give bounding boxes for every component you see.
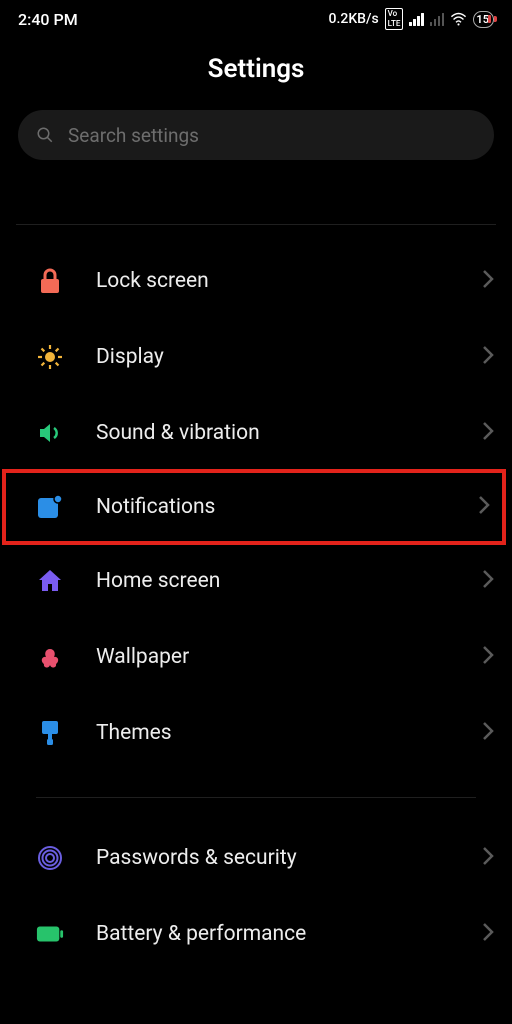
status-time: 2:40 PM [18, 10, 78, 29]
chevron-right-icon [482, 721, 494, 745]
chevron-right-icon [482, 421, 494, 445]
volte-icon: VoLTE [385, 8, 404, 30]
status-right: 0.2KB/s VoLTE 15 [329, 8, 494, 30]
speaker-icon [36, 419, 64, 447]
lock-icon [36, 267, 64, 295]
section-divider [36, 797, 476, 798]
settings-item-home-screen[interactable]: Home screen [0, 543, 512, 619]
settings-item-themes[interactable]: Themes [0, 695, 512, 771]
battery-icon [36, 920, 64, 948]
settings-item-sound-vibration[interactable]: Sound & vibration [0, 395, 512, 471]
sun-icon [36, 343, 64, 371]
item-label: Passwords & security [96, 846, 482, 870]
search-icon [36, 126, 54, 144]
settings-group-2: Passwords & security Battery & performan… [0, 820, 512, 972]
item-label: Themes [96, 721, 482, 745]
battery-icon: 15 [473, 11, 494, 28]
notifications-icon [36, 493, 64, 521]
status-bar: 2:40 PM 0.2KB/s VoLTE 15 [0, 0, 512, 34]
settings-item-passwords-security[interactable]: Passwords & security [0, 820, 512, 896]
signal-icon-2 [430, 13, 445, 26]
item-label: Wallpaper [96, 645, 482, 669]
settings-item-display[interactable]: Display [0, 319, 512, 395]
item-label: Sound & vibration [96, 421, 482, 445]
fingerprint-icon [36, 844, 64, 872]
wifi-icon [450, 11, 467, 28]
chevron-right-icon [478, 495, 490, 519]
chevron-right-icon [482, 269, 494, 293]
brush-icon [36, 719, 64, 747]
item-label: Home screen [96, 569, 482, 593]
item-label: Lock screen [96, 269, 482, 293]
page-title: Settings [0, 54, 512, 84]
flower-icon [36, 643, 64, 671]
chevron-right-icon [482, 569, 494, 593]
settings-item-battery-performance[interactable]: Battery & performance [0, 896, 512, 972]
chevron-right-icon [482, 345, 494, 369]
settings-group-1: Lock screen Display Sound & vibration No… [0, 243, 512, 771]
item-label: Display [96, 345, 482, 369]
home-icon [36, 567, 64, 595]
settings-item-lock-screen[interactable]: Lock screen [0, 243, 512, 319]
chevron-right-icon [482, 922, 494, 946]
settings-item-notifications[interactable]: Notifications [4, 471, 504, 543]
chevron-right-icon [482, 645, 494, 669]
search-placeholder: Search settings [68, 124, 199, 147]
signal-icon-1 [409, 13, 424, 26]
search-input[interactable]: Search settings [18, 110, 494, 160]
item-label: Battery & performance [96, 922, 482, 946]
chevron-right-icon [482, 846, 494, 870]
network-speed: 0.2KB/s [329, 11, 379, 27]
settings-item-wallpaper[interactable]: Wallpaper [0, 619, 512, 695]
item-label: Notifications [96, 495, 478, 519]
